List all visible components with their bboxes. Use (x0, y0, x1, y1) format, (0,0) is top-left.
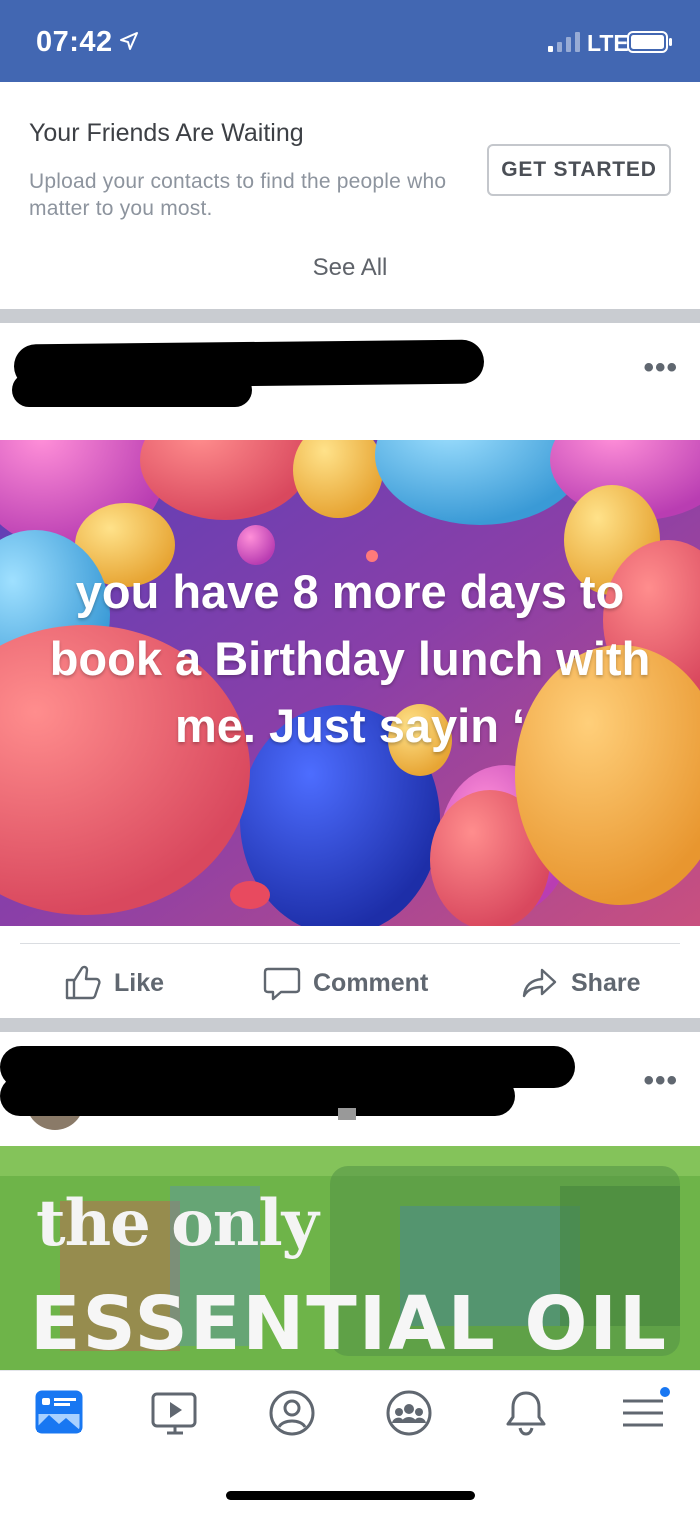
feed-separator (0, 1018, 700, 1032)
battery-icon (627, 31, 672, 53)
post-image-text-line1: the only (36, 1186, 319, 1261)
signal-strength-icon (548, 32, 580, 52)
more-options-icon[interactable]: ••• (643, 351, 678, 385)
thumbs-up-icon (65, 965, 101, 1000)
actions-divider (20, 943, 680, 944)
get-started-button[interactable]: GET STARTED (487, 144, 671, 196)
status-bar: 07:42 LTE (0, 0, 700, 82)
like-label: Like (114, 968, 165, 997)
feed-post: ••• the only ESSENTIAL OIL (0, 1032, 700, 1371)
comment-icon (263, 967, 301, 1001)
comment-label: Comment (313, 968, 429, 997)
post-image[interactable]: you have 8 more days to book a Birthday … (0, 440, 700, 926)
home-indicator[interactable] (226, 1491, 475, 1500)
watch-icon[interactable] (149, 1387, 201, 1439)
feed-separator (0, 309, 700, 323)
menu-badge-dot (658, 1385, 672, 1399)
friends-card-title: Your Friends Are Waiting (29, 119, 304, 147)
profile-icon[interactable] (266, 1387, 318, 1439)
share-arrow-icon (522, 968, 557, 998)
share-button[interactable]: Share (521, 963, 640, 1003)
post-image-text-line2: ESSENTIAL OIL (30, 1281, 669, 1367)
post-image[interactable]: the only ESSENTIAL OIL (0, 1146, 700, 1371)
notifications-icon[interactable] (500, 1387, 552, 1439)
redacted-post-meta (12, 373, 252, 407)
see-all-link[interactable]: See All (0, 254, 700, 282)
share-label: Share (571, 968, 641, 997)
more-options-icon[interactable]: ••• (643, 1064, 678, 1098)
bottom-tab-bar (0, 1370, 700, 1516)
location-arrow-icon (120, 32, 138, 50)
comment-button[interactable]: Comment (263, 963, 428, 1003)
find-friends-card: Your Friends Are Waiting Upload your con… (0, 82, 700, 309)
network-type: LTE (587, 30, 629, 56)
like-button[interactable]: Like (64, 963, 164, 1003)
redacted-post-meta (0, 1076, 515, 1116)
friends-card-subtitle: Upload your contacts to find the people … (29, 170, 447, 220)
post-image-text: you have 8 more days to book a Birthday … (49, 565, 651, 752)
news-feed-icon[interactable] (34, 1387, 86, 1439)
status-time: 07:42 (36, 26, 113, 58)
groups-icon[interactable] (383, 1387, 435, 1439)
feed-post: ••• you have 8 more days to book a Birth… (0, 323, 700, 1018)
privacy-icon (338, 1108, 356, 1120)
